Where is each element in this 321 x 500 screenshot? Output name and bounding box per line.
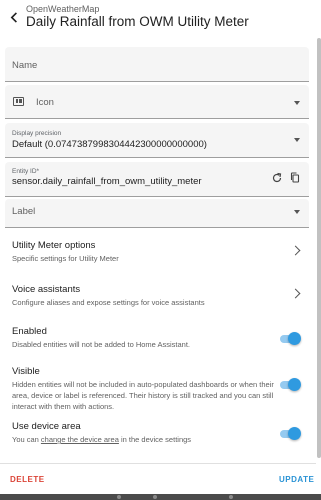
visible-toggle[interactable] <box>280 378 301 392</box>
change-device-area-link[interactable]: change the device area <box>41 435 119 444</box>
name-placeholder: Name <box>12 60 38 71</box>
enabled-title: Enabled <box>12 326 47 337</box>
back-button[interactable] <box>4 7 24 27</box>
enabled-toggle[interactable] <box>280 332 301 346</box>
entity-id-value[interactable]: sensor.daily_rainfall_from_owm_utility_m… <box>12 176 202 187</box>
icon-placeholder: Icon <box>36 97 54 108</box>
refresh-icon[interactable] <box>271 172 283 184</box>
entity-id-label: Entity ID* <box>12 168 40 175</box>
label-placeholder: Label <box>12 206 36 217</box>
utility-meter-options-desc: Specific settings for Utility Meter <box>12 254 119 263</box>
voice-assistants-title: Voice assistants <box>12 284 81 295</box>
voice-assistants-row[interactable]: Voice assistants Configure aliases and e… <box>12 284 307 312</box>
background-dot <box>117 495 121 499</box>
toggle-knob <box>288 332 301 345</box>
device-area-desc-suffix: in the device settings <box>118 435 192 444</box>
toggle-knob <box>288 378 301 391</box>
label-select[interactable]: Label <box>5 199 309 228</box>
visible-setting: Visible Hidden entities will not be incl… <box>12 366 282 412</box>
use-device-area-setting: Use device area You can change the devic… <box>12 421 307 445</box>
name-field[interactable]: Name <box>5 47 309 82</box>
icon-picker[interactable]: Icon <box>5 85 309 119</box>
integration-name: OpenWeatherMap <box>26 4 100 14</box>
dialog-title: Daily Rainfall from OWM Utility Meter <box>26 14 249 29</box>
scrollbar-thumb[interactable] <box>317 38 321 458</box>
use-device-area-title: Use device area <box>12 421 81 432</box>
caret-down-icon[interactable] <box>294 138 300 142</box>
dialog-header: OpenWeatherMap Daily Rainfall from OWM U… <box>0 0 321 38</box>
scrollbar[interactable] <box>316 38 321 463</box>
enabled-setting: Enabled Disabled entities will not be ad… <box>12 326 307 350</box>
arrow-left-icon <box>10 11 17 23</box>
visible-title: Visible <box>12 366 40 377</box>
background-dot <box>153 495 157 499</box>
utility-meter-options-row[interactable]: Utility Meter options Specific settings … <box>12 240 307 268</box>
background-strip <box>0 494 321 500</box>
copy-icon[interactable] <box>289 171 301 184</box>
display-precision-label: Display precision <box>12 130 62 137</box>
display-precision-select[interactable]: Display precision Default (0.07473879983… <box>5 123 309 158</box>
toggle-knob <box>288 427 301 440</box>
dashboard-icon <box>13 97 24 106</box>
entity-id-field[interactable]: Entity ID* sensor.daily_rainfall_from_ow… <box>5 162 309 197</box>
background-dot <box>229 495 233 499</box>
enabled-desc: Disabled entities will not be added to H… <box>12 340 191 349</box>
use-device-area-toggle[interactable] <box>280 427 301 441</box>
caret-down-icon[interactable] <box>294 210 300 214</box>
visible-desc: Hidden entities will not be included in … <box>12 380 274 411</box>
caret-down-icon[interactable] <box>294 101 300 105</box>
delete-button[interactable]: DELETE <box>10 475 45 484</box>
device-area-desc-prefix: You can <box>12 435 41 444</box>
utility-meter-options-title: Utility Meter options <box>12 240 96 251</box>
footer-divider <box>0 463 316 464</box>
update-button[interactable]: UPDATE <box>279 475 314 484</box>
display-precision-value: Default (0.0747387998304442300000000000) <box>12 139 207 150</box>
voice-assistants-desc: Configure aliases and expose settings fo… <box>12 298 205 307</box>
use-device-area-desc: You can change the device area in the de… <box>12 434 307 445</box>
